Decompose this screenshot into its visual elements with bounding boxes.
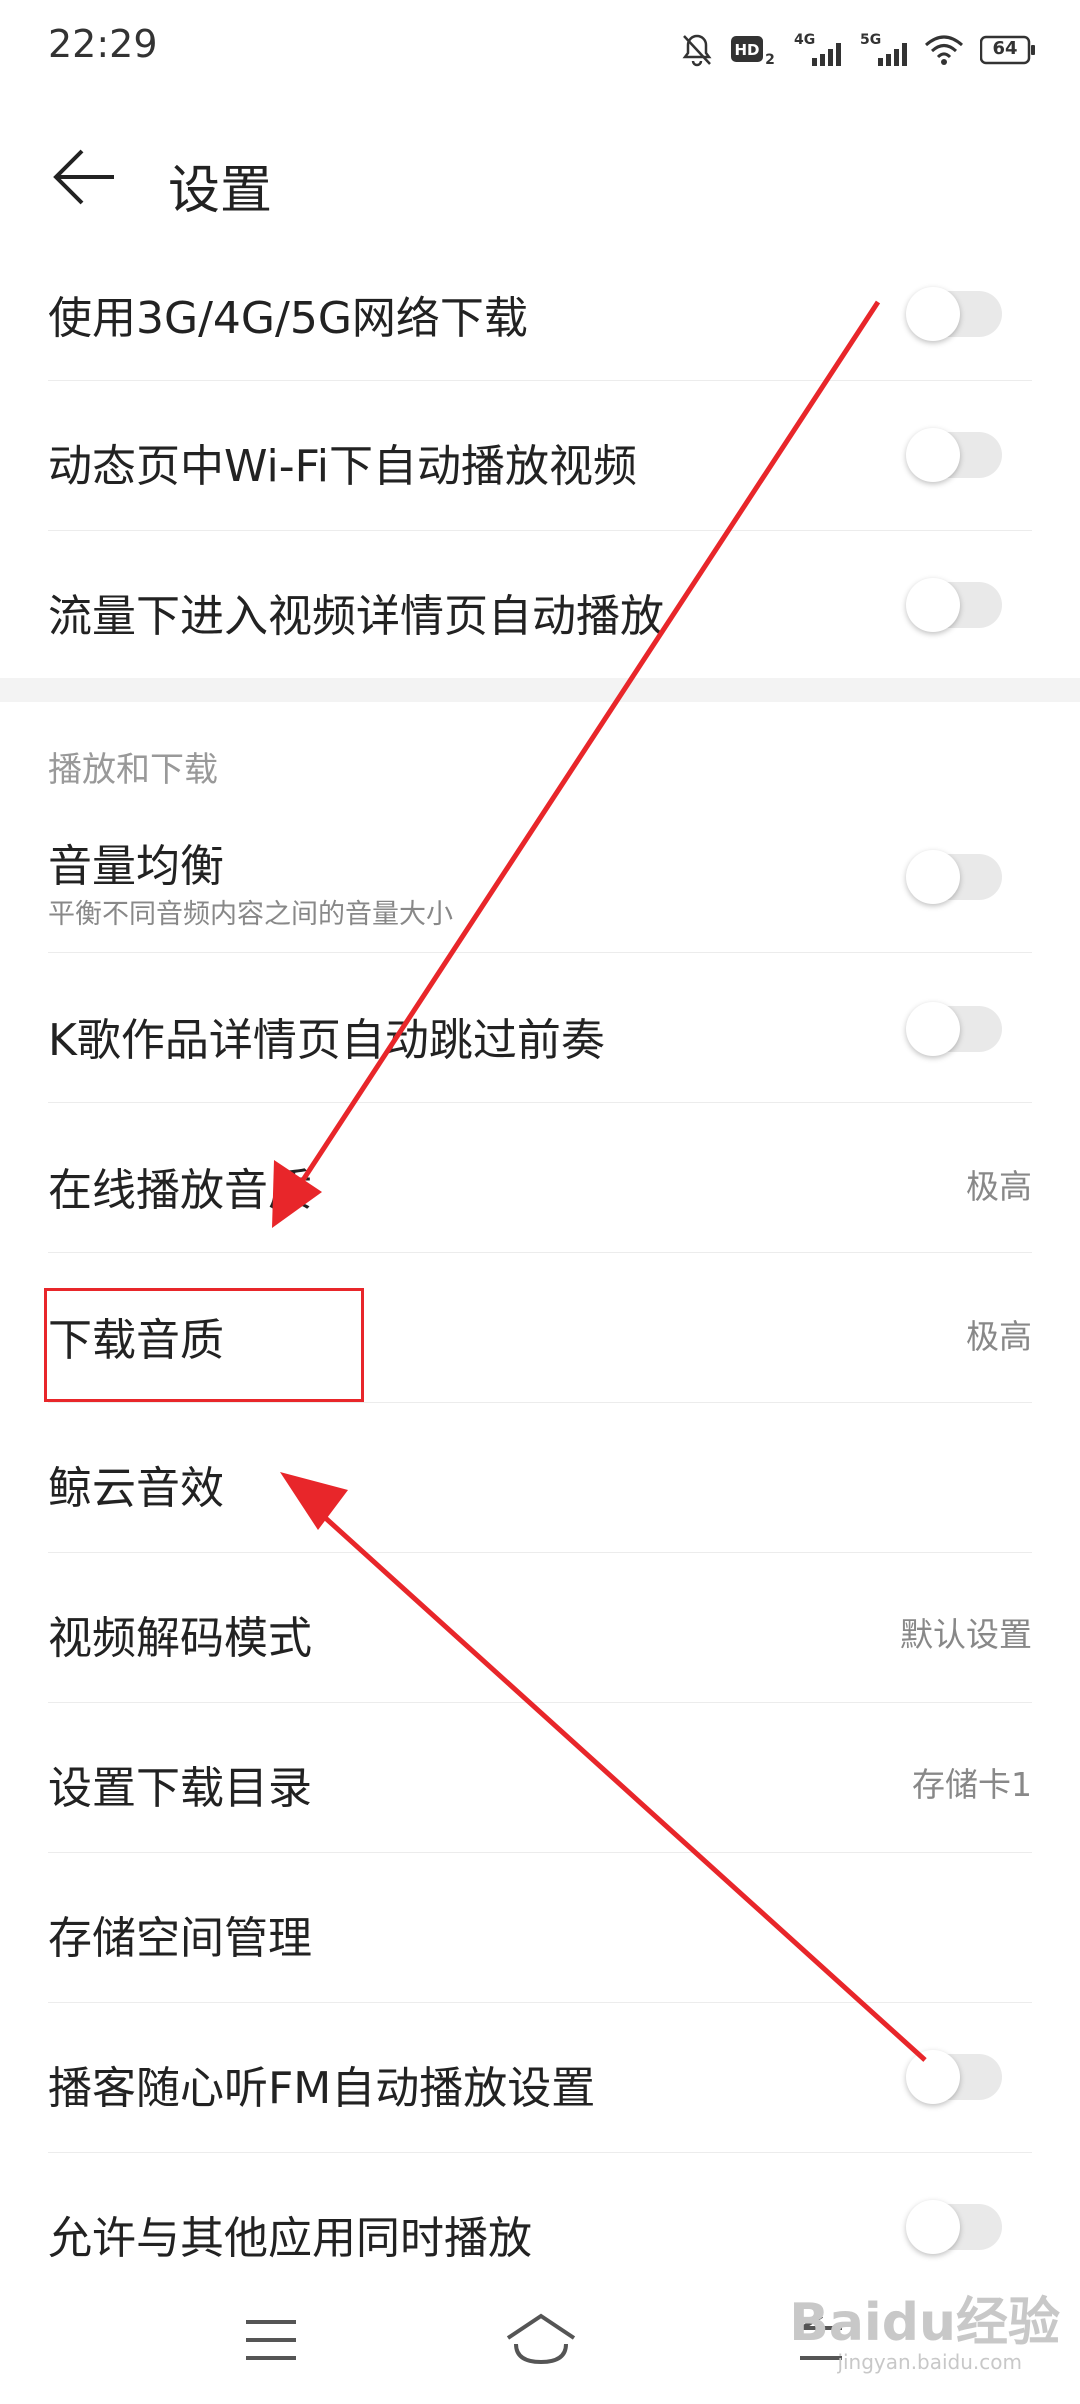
svg-text:2: 2: [765, 52, 775, 68]
setting-row-podcast-fm[interactable]: 播客随心听FM自动播放设置: [48, 2002, 1032, 2153]
toggle-wifi-autoplay[interactable]: [906, 428, 1002, 482]
setting-label: 允许与其他应用同时播放: [48, 2213, 532, 2264]
setting-label: 在线播放音质: [48, 1165, 312, 1216]
setting-value: 极高: [966, 1317, 1032, 1356]
svg-text:4G: 4G: [794, 32, 815, 48]
setting-label: 鲸云音效: [48, 1463, 224, 1514]
section-title: 播放和下载: [48, 750, 218, 790]
toggle-volume-balance[interactable]: [906, 850, 1002, 904]
toggle-mobile-download[interactable]: [906, 287, 1002, 341]
setting-label: 播客随心听FM自动播放设置: [48, 2063, 596, 2114]
setting-label: 音量均衡: [48, 841, 224, 892]
toggle-skip-intro[interactable]: [906, 1002, 1002, 1056]
setting-label: 设置下载目录: [48, 1763, 312, 1814]
setting-row-volume-balance[interactable]: 音量均衡 平衡不同音频内容之间的音量大小: [48, 800, 1032, 953]
section-divider: [0, 678, 1080, 702]
battery-level: 64: [992, 38, 1018, 59]
setting-row-wifi-autoplay[interactable]: 动态页中Wi-Fi下自动播放视频: [48, 380, 1032, 531]
back-arrow-icon[interactable]: [50, 142, 120, 212]
setting-label: 下载音质: [48, 1315, 224, 1366]
wifi-icon: [924, 33, 964, 67]
setting-row-skip-intro[interactable]: K歌作品详情页自动跳过前奏: [48, 952, 1032, 1103]
setting-label: 使用3G/4G/5G网络下载: [48, 293, 528, 344]
svg-text:5G: 5G: [860, 32, 881, 48]
header: 设置: [0, 100, 1080, 250]
setting-label: 存储空间管理: [48, 1913, 312, 1964]
status-icons: HD 2 4G 5G 64: [680, 28, 1036, 72]
watermark-logo: Baidu经验: [789, 2293, 1060, 2353]
setting-value: 默认设置: [900, 1615, 1032, 1654]
setting-value: 极高: [966, 1167, 1032, 1206]
mute-icon: [680, 32, 714, 68]
toggle-cellular-video-autoplay[interactable]: [906, 578, 1002, 632]
setting-label: 动态页中Wi-Fi下自动播放视频: [48, 441, 637, 492]
status-bar: 22:29 HD 2 4G 5G 64: [0, 0, 1080, 100]
setting-row-download-quality[interactable]: 下载音质 极高: [48, 1252, 1032, 1403]
setting-sublabel: 平衡不同音频内容之间的音量大小: [48, 899, 453, 930]
setting-row-mix-playback[interactable]: 允许与其他应用同时播放: [48, 2152, 1032, 2270]
4g-signal-icon: 4G: [792, 30, 842, 70]
watermark-url: jingyan.baidu.com: [837, 2350, 1022, 2374]
setting-row-online-quality[interactable]: 在线播放音质 极高: [48, 1102, 1032, 1253]
toggle-podcast-fm[interactable]: [906, 2050, 1002, 2104]
menu-icon[interactable]: [236, 2310, 306, 2370]
setting-row-storage[interactable]: 存储空间管理: [48, 1852, 1032, 2003]
setting-row-cellular-video-autoplay[interactable]: 流量下进入视频详情页自动播放: [48, 530, 1032, 678]
battery-icon: 64: [980, 35, 1036, 65]
5g-signal-icon: 5G: [858, 30, 908, 70]
status-time: 22:29: [48, 22, 158, 66]
setting-row-sound-effects[interactable]: 鲸云音效: [48, 1402, 1032, 1553]
page-title: 设置: [168, 161, 273, 221]
setting-label: K歌作品详情页自动跳过前奏: [48, 1015, 605, 1066]
setting-row-mobile-download[interactable]: 使用3G/4G/5G网络下载: [48, 250, 1032, 381]
setting-row-video-decode[interactable]: 视频解码模式 默认设置: [48, 1552, 1032, 1703]
setting-row-download-dir[interactable]: 设置下载目录 存储卡1: [48, 1702, 1032, 1853]
hd-icon: HD 2: [730, 32, 776, 68]
svg-text:HD: HD: [734, 41, 759, 59]
setting-label: 流量下进入视频详情页自动播放: [48, 591, 664, 642]
toggle-mix-playback[interactable]: [906, 2200, 1002, 2254]
setting-label: 视频解码模式: [48, 1613, 312, 1664]
setting-value: 存储卡1: [912, 1765, 1032, 1804]
home-icon[interactable]: [504, 2310, 576, 2370]
